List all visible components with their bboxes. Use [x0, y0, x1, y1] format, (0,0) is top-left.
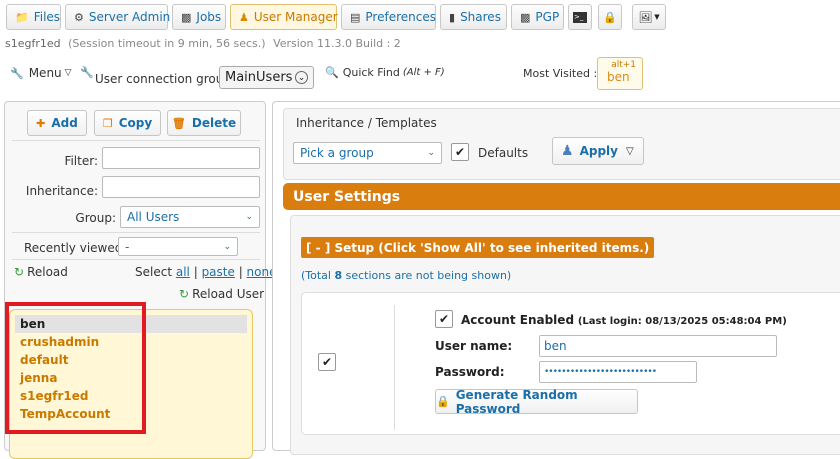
session-user: s1egfr1ed: [5, 37, 61, 50]
hidden-sections-note: (Total 8 sections are not being shown): [301, 269, 512, 282]
tab-user-manager[interactable]: ♟ User Manager: [230, 4, 338, 30]
apply-button[interactable]: ♟ Apply ▽: [552, 137, 644, 165]
divider: [12, 259, 260, 260]
filter-input[interactable]: [102, 147, 260, 169]
inheritance-templates-title: Inheritance / Templates: [296, 116, 437, 130]
add-user-button[interactable]: ✚ Add: [27, 110, 87, 136]
connection-group-select[interactable]: MainUsers ⌄: [219, 66, 314, 89]
select-all-link[interactable]: all: [176, 265, 190, 279]
reload-user-button[interactable]: ↻ Reload User: [179, 287, 264, 301]
defaults-checkbox[interactable]: ✔: [451, 143, 469, 161]
connection-icon: 🔧: [80, 66, 94, 79]
recently-viewed-label: Recently viewed:: [24, 241, 127, 255]
inheritance-label: Inheritance:: [25, 184, 98, 198]
session-timeout: (Session timeout in 9 min, 56 secs.): [68, 37, 266, 50]
shortcut-hint: alt+1: [611, 60, 636, 70]
quick-find-button[interactable]: 🔍 Quick Find (Alt + F): [325, 66, 445, 79]
password-label: Password:: [435, 365, 505, 379]
group-select[interactable]: All Users ⌄: [120, 206, 260, 228]
username-label: User name:: [435, 339, 513, 353]
user-settings-header: User Settings: [283, 183, 840, 210]
username-field[interactable]: [539, 335, 777, 357]
image-icon: 🖼: [638, 10, 653, 24]
chevron-down-icon: ⌄: [295, 71, 308, 84]
setup-override-checkbox[interactable]: ✔: [318, 353, 336, 371]
jobs-icon: ▩: [181, 10, 192, 24]
list-item[interactable]: default: [15, 351, 247, 369]
divider: [394, 305, 395, 430]
tab-files[interactable]: 📁 Files: [6, 4, 61, 30]
terminal-icon: >_: [573, 11, 587, 23]
menu-button[interactable]: 🔧 Menu ▽: [10, 66, 72, 80]
tab-shares[interactable]: ▮ Shares: [440, 4, 507, 30]
pgp-icon: ▩: [520, 10, 531, 24]
lock-button[interactable]: 🔒: [598, 4, 622, 30]
generate-password-button[interactable]: 🔒 Generate Random Password: [435, 388, 638, 416]
user-icon: ♟: [561, 143, 574, 159]
plus-icon: ✚: [36, 116, 46, 130]
magnifier-icon: 🔍: [325, 66, 339, 79]
tab-server-admin[interactable]: ⚙ Server Admin: [65, 4, 170, 30]
filter-label: Filter:: [64, 154, 98, 168]
tab-preferences[interactable]: ▤ Preferences: [341, 4, 436, 30]
trash-icon: 🗑: [171, 116, 186, 130]
user-list-box: ben crushadmin default jenna s1egfr1ed T…: [9, 309, 253, 459]
pick-group-select[interactable]: Pick a group ⌄: [293, 142, 442, 164]
lock-icon: 🔒: [603, 10, 617, 24]
chevron-down-icon: ⌄: [427, 148, 435, 158]
account-enabled-checkbox[interactable]: ✔: [435, 310, 453, 328]
wrench-icon: 🔧: [10, 66, 24, 80]
group-label: Group:: [75, 211, 116, 225]
terminal-button[interactable]: >_: [568, 4, 592, 30]
divider: [12, 140, 260, 141]
most-visited-user-button[interactable]: alt+1 ben: [597, 57, 643, 90]
inheritance-input[interactable]: [102, 176, 260, 198]
checkmark-icon: ✔: [438, 312, 450, 326]
chevron-down-icon: ⌄: [245, 212, 253, 222]
recently-viewed-select[interactable]: - ⌄: [118, 237, 238, 256]
chevron-down-icon: ▼: [654, 13, 660, 21]
reload-button[interactable]: ↻ Reload: [14, 265, 68, 279]
setup-collapse-header[interactable]: [ - ] Setup (Click 'Show All' to see inh…: [301, 237, 655, 258]
shares-icon: ▮: [449, 10, 456, 24]
list-item[interactable]: ben: [15, 315, 247, 333]
checkmark-icon: ✔: [321, 355, 333, 369]
delete-user-button[interactable]: 🗑 Delete: [167, 110, 241, 136]
refresh-icon: ↻: [14, 265, 25, 279]
list-item[interactable]: TempAccount: [15, 405, 247, 423]
session-info: s1egfr1ed (Session timeout in 9 min, 56 …: [5, 37, 401, 50]
select-controls: Select all | paste | none: [135, 265, 277, 279]
chevron-down-icon: ▽: [625, 145, 634, 157]
list-item[interactable]: crushadmin: [15, 333, 247, 351]
list-item[interactable]: s1egfr1ed: [15, 387, 247, 405]
refresh-icon: ↻: [179, 287, 190, 301]
lock-icon: 🔒: [436, 395, 450, 408]
gear-icon: ⚙: [74, 10, 84, 24]
chevron-down-icon: ▽: [64, 68, 72, 78]
list-item[interactable]: jenna: [15, 369, 247, 387]
divider: [12, 232, 260, 233]
user-icon: ♟: [239, 10, 249, 24]
chevron-down-icon: ⌄: [223, 241, 231, 252]
tab-pgp[interactable]: ▩ PGP: [511, 4, 564, 30]
tab-jobs[interactable]: ▩ Jobs: [172, 4, 226, 30]
most-visited-label: Most Visited :: [523, 67, 598, 80]
folder-icon: 📁: [15, 10, 29, 24]
image-menu-button[interactable]: 🖼 ▼: [632, 4, 666, 30]
version-text: Version 11.3.0 Build : 2: [273, 37, 401, 50]
defaults-label: Defaults: [478, 146, 529, 160]
account-enabled-text: Account Enabled (Last login: 08/13/2025 …: [461, 313, 787, 327]
copy-user-button[interactable]: ❐ Copy: [94, 110, 161, 136]
user-list: ben crushadmin default jenna s1egfr1ed T…: [10, 310, 252, 423]
checkmark-icon: ✔: [454, 145, 466, 159]
copy-icon: ❐: [102, 116, 113, 130]
connection-group-label: User connection group:: [95, 72, 235, 86]
password-field[interactable]: [539, 361, 697, 383]
preferences-icon: ▤: [350, 10, 361, 24]
most-visited-username: ben: [607, 70, 630, 84]
select-paste-link[interactable]: paste: [202, 265, 235, 279]
